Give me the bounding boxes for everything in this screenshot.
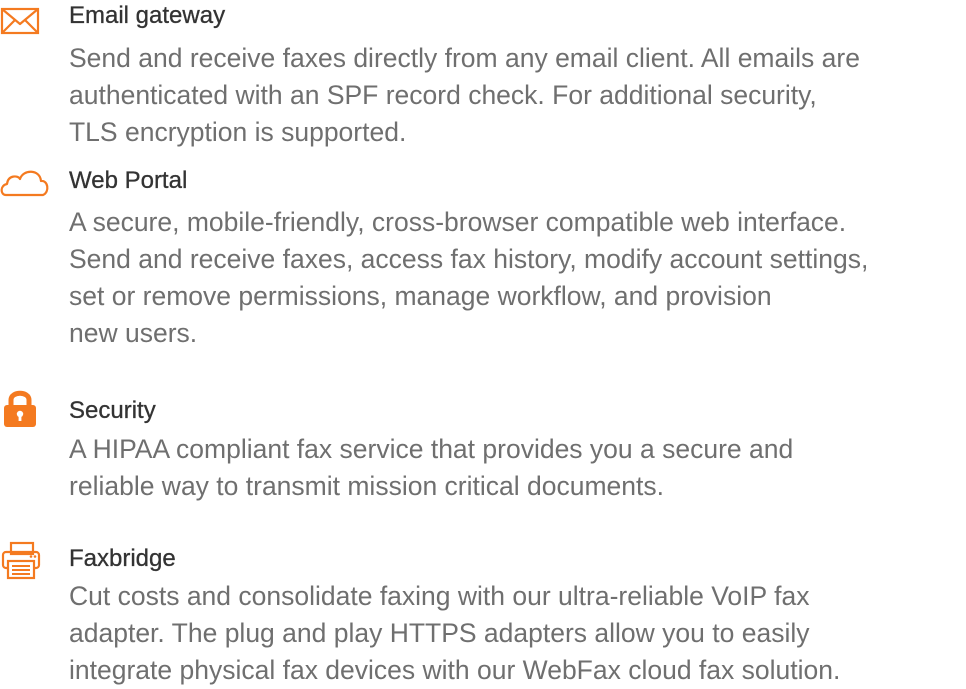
feature-faxbridge: Faxbridge Cut costs and consolidate faxi… [0, 536, 966, 685]
feature-title: Faxbridge [69, 545, 176, 572]
cloud-icon [0, 170, 49, 197]
envelope-icon [0, 7, 40, 35]
feature-title: Security [69, 397, 156, 424]
feature-title: Email gateway [69, 2, 226, 29]
fax-machine-icon [1, 541, 41, 580]
feature-description: Send and receive faxes directly from any… [69, 43, 860, 147]
feature-security: Security A HIPAA compliant fax service t… [0, 383, 966, 503]
feature-title: Web Portal [69, 167, 188, 194]
feature-description: A HIPAA compliant fax service that provi… [69, 434, 794, 501]
feature-web-portal: Web Portal A secure, mobile-friendly, cr… [0, 160, 966, 360]
feature-description: A secure, mobile-friendly, cross-browser… [69, 207, 869, 348]
feature-description: Cut costs and consolidate faxing with ou… [69, 581, 841, 685]
feature-email-gateway: Email gateway Send and receive faxes dir… [0, 0, 966, 147]
lock-icon [4, 390, 36, 427]
